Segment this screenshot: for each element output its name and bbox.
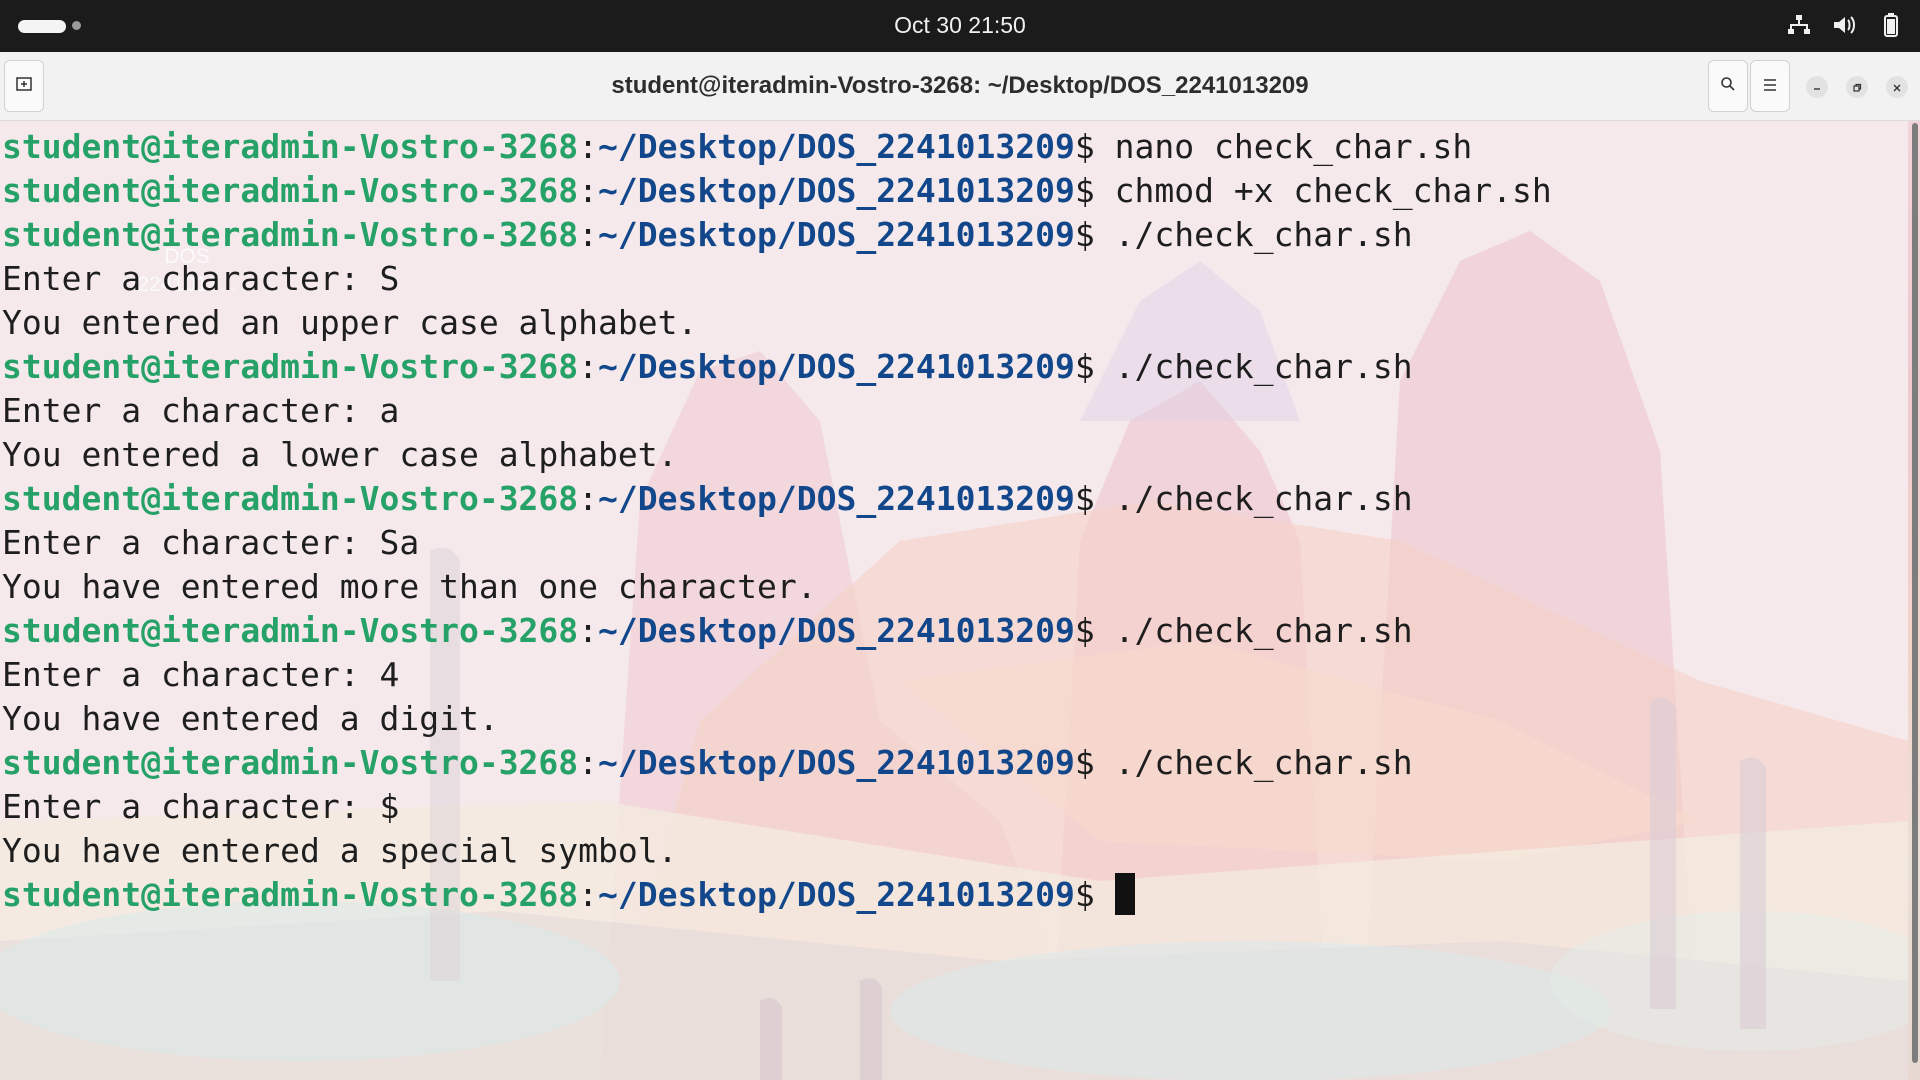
text-cursor[interactable] [1114,873,1135,915]
output-line: Enter a character: S [2,259,400,298]
prompt-user: student@iteradmin-Vostro-3268 [2,479,579,518]
prompt-dollar: $ [1074,479,1115,518]
output-line: Enter a character: 4 [2,655,400,694]
command-text: chmod +x check_char.sh [1114,171,1552,210]
output-line: You have entered a digit. [2,699,499,738]
top-bar: Oct 30 21:50 [0,0,1920,52]
command-text: ./check_char.sh [1114,479,1413,518]
terminal-view[interactable]: DOS 2241013... student@iteradmin-Vostro-… [0,121,1908,1080]
prompt-separator: : [578,875,599,914]
output-line: You entered a lower case alphabet. [2,435,678,474]
prompt-dollar: $ [1074,127,1115,166]
battery-icon[interactable] [1878,12,1904,38]
output-line: Enter a character: a [2,391,400,430]
prompt-path: ~/Desktop/DOS_2241013209 [598,875,1075,914]
prompt-separator: : [578,215,599,254]
prompt-path: ~/Desktop/DOS_2241013209 [598,743,1075,782]
prompt-dollar: $ [1074,743,1115,782]
prompt-line: student@iteradmin-Vostro-3268:~/Desktop/… [2,169,1552,213]
clock[interactable]: Oct 30 21:50 [0,12,1920,39]
prompt-line: student@iteradmin-Vostro-3268:~/Desktop/… [2,477,1552,521]
prompt-line: student@iteradmin-Vostro-3268:~/Desktop/… [2,741,1552,785]
prompt-user: student@iteradmin-Vostro-3268 [2,611,579,650]
prompt-dollar: $ [1074,215,1115,254]
prompt-path: ~/Desktop/DOS_2241013209 [598,611,1075,650]
command-text: ./check_char.sh [1114,215,1413,254]
prompt-user: student@iteradmin-Vostro-3268 [2,347,579,386]
prompt-dollar: $ [1074,347,1115,386]
prompt-user: student@iteradmin-Vostro-3268 [2,171,579,210]
restore-icon [1852,78,1862,97]
window-title: student@iteradmin-Vostro-3268: ~/Desktop… [611,72,1309,99]
prompt-separator: : [578,743,599,782]
search-button[interactable] [1708,60,1748,112]
prompt-user: student@iteradmin-Vostro-3268 [2,215,579,254]
volume-icon[interactable] [1832,12,1858,38]
prompt-path: ~/Desktop/DOS_2241013209 [598,171,1075,210]
prompt-dollar: $ [1074,171,1115,210]
output-line: Enter a character: $ [2,787,400,826]
minimize-button[interactable] [1806,76,1828,98]
output-line: You have entered more than one character… [2,567,817,606]
prompt-separator: : [578,171,599,210]
output-line: Enter a character: Sa [2,523,420,562]
prompt-line: student@iteradmin-Vostro-3268:~/Desktop/… [2,345,1552,389]
prompt-line: student@iteradmin-Vostro-3268:~/Desktop/… [2,213,1552,257]
prompt-user: student@iteradmin-Vostro-3268 [2,743,579,782]
prompt-line: student@iteradmin-Vostro-3268:~/Desktop/… [2,873,1552,917]
prompt-separator: : [578,347,599,386]
prompt-line: student@iteradmin-Vostro-3268:~/Desktop/… [2,609,1552,653]
prompt-dollar: $ [1074,875,1115,914]
close-button[interactable] [1886,76,1908,98]
command-text: nano check_char.sh [1114,127,1473,166]
terminal-output: student@iteradmin-Vostro-3268:~/Desktop/… [2,125,1552,917]
command-text: ./check_char.sh [1114,347,1413,386]
network-icon[interactable] [1786,12,1812,38]
output-line: You have entered a special symbol. [2,831,678,870]
prompt-separator: : [578,127,599,166]
menu-icon [1762,77,1778,96]
scrollbar[interactable] [1912,123,1918,1063]
search-icon [1720,76,1736,96]
prompt-user: student@iteradmin-Vostro-3268 [2,127,579,166]
output-line: You entered an upper case alphabet. [2,303,698,342]
prompt-path: ~/Desktop/DOS_2241013209 [598,215,1075,254]
prompt-user: student@iteradmin-Vostro-3268 [2,875,579,914]
prompt-line: student@iteradmin-Vostro-3268:~/Desktop/… [2,125,1552,169]
command-text: ./check_char.sh [1114,743,1413,782]
prompt-path: ~/Desktop/DOS_2241013209 [598,127,1075,166]
prompt-dollar: $ [1074,611,1115,650]
minimize-icon [1812,78,1822,97]
menu-button[interactable] [1750,60,1790,112]
close-icon [1892,78,1902,97]
terminal-header-bar: student@iteradmin-Vostro-3268: ~/Desktop… [0,52,1920,121]
prompt-path: ~/Desktop/DOS_2241013209 [598,479,1075,518]
prompt-separator: : [578,611,599,650]
restore-button[interactable] [1846,76,1868,98]
prompt-path: ~/Desktop/DOS_2241013209 [598,347,1075,386]
prompt-separator: : [578,479,599,518]
system-tray[interactable] [1786,12,1904,38]
command-text: ./check_char.sh [1114,611,1413,650]
